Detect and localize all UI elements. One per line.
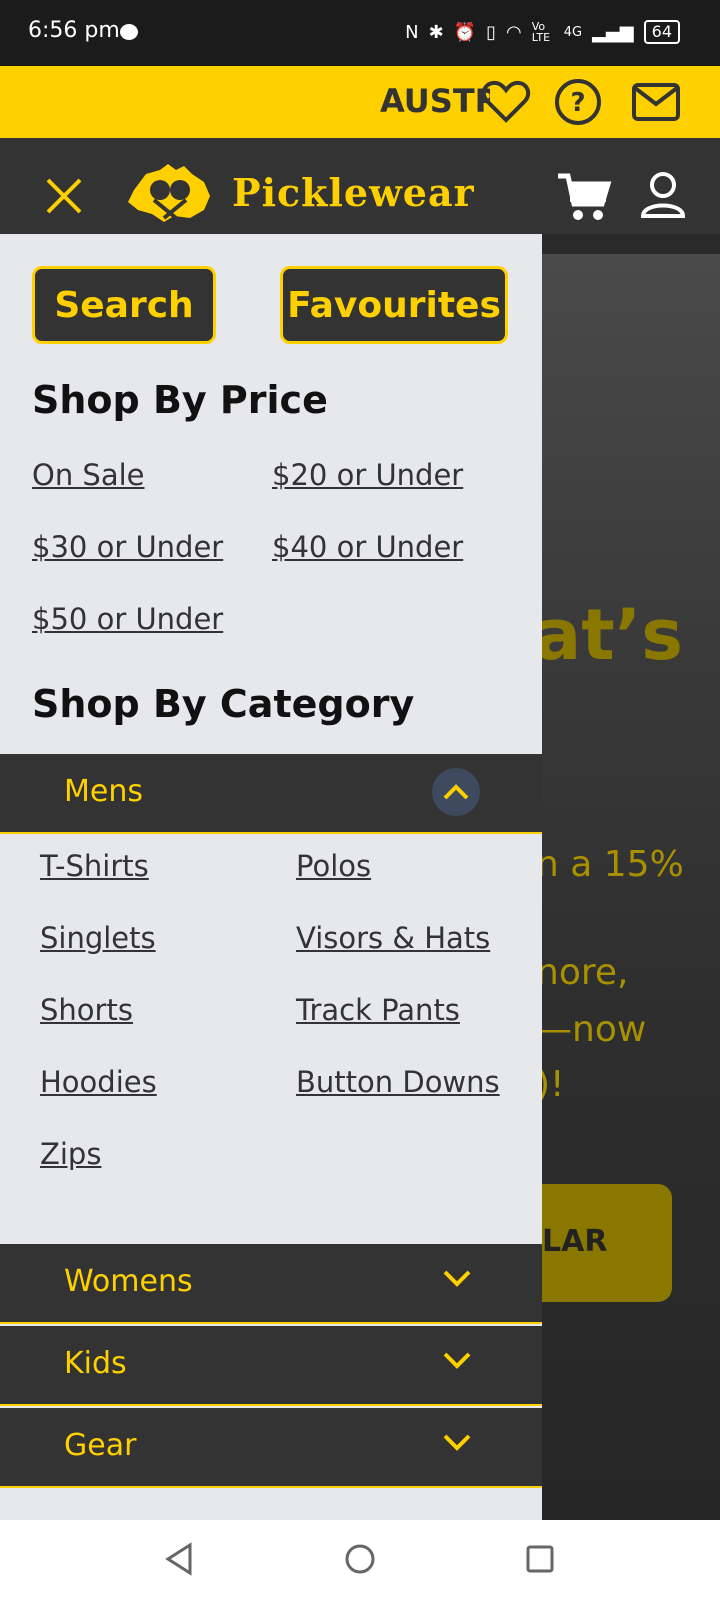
cart-icon[interactable] <box>556 172 612 226</box>
signal-icon: ▂▄▆ <box>592 21 634 43</box>
chat-bubble-icon <box>120 24 138 40</box>
logo-icon[interactable] <box>124 160 214 224</box>
mens-subcategories: T-Shirts Polos Singlets Visors & Hats Sh… <box>40 848 510 1172</box>
price-link[interactable]: $50 or Under <box>32 602 272 636</box>
drawer-actions: Search Favourites <box>32 266 508 344</box>
hero-text-line: —now <box>542 1009 647 1050</box>
search-button[interactable]: Search <box>32 266 216 344</box>
hero-heading: at’s <box>542 594 683 676</box>
account-icon[interactable] <box>640 170 686 224</box>
country-selector[interactable]: AUSTRALIA <box>380 82 490 120</box>
subcategory-link[interactable]: Zips <box>40 1136 296 1172</box>
home-icon[interactable] <box>344 1542 376 1580</box>
nfc-icon: N <box>405 21 419 43</box>
subcategory-link[interactable]: T-Shirts <box>40 848 296 884</box>
chevron-up-icon[interactable] <box>432 768 480 816</box>
status-bar: 6:56 pm N ✱ ⏰ ▯ ◠ Vo LTE 4G ▂▄▆ 64 <box>0 0 720 66</box>
close-icon[interactable] <box>44 176 84 220</box>
hero-cta-label: LAR <box>542 1224 608 1259</box>
category-womens[interactable]: Womens <box>0 1244 542 1324</box>
category-label: Kids <box>64 1346 127 1381</box>
nav-drawer: Search Favourites Shop By Price On Sale … <box>0 234 542 1520</box>
subcategory-link[interactable]: Singlets <box>40 920 296 956</box>
shop-by-category-title: Shop By Category <box>32 682 415 726</box>
subcategory-link[interactable]: Visors & Hats <box>296 920 510 956</box>
category-label: Womens <box>64 1264 193 1299</box>
volte-label: Vo LTE <box>531 20 551 44</box>
price-link[interactable]: $20 or Under <box>272 458 502 492</box>
bluetooth-icon: ✱ <box>428 21 444 43</box>
hero-text-line: nore, <box>542 952 629 993</box>
hero-image <box>542 254 720 1520</box>
hero-text-line: )! <box>542 1064 565 1105</box>
network-label: 4G <box>563 24 583 40</box>
help-icon[interactable]: ? <box>552 76 604 128</box>
battery-icon: 64 <box>643 20 680 44</box>
recents-icon[interactable] <box>524 1542 556 1580</box>
category-mens[interactable]: Mens <box>0 754 542 834</box>
shop-by-price-title: Shop By Price <box>32 378 328 422</box>
favourites-button[interactable]: Favourites <box>280 266 508 344</box>
wifi-icon: ◠ <box>506 21 522 43</box>
status-icons: N ✱ ⏰ ▯ ◠ Vo LTE 4G ▂▄▆ 64 <box>405 20 680 44</box>
svg-text:?: ? <box>570 88 585 118</box>
vibrate-icon: ▯ <box>486 21 497 43</box>
price-link[interactable]: $30 or Under <box>32 530 272 564</box>
system-nav-bar <box>0 1520 720 1600</box>
brand-name[interactable]: Picklewear <box>232 170 475 215</box>
price-link[interactable]: $40 or Under <box>272 530 502 564</box>
chevron-down-icon[interactable] <box>442 1268 472 1292</box>
subcategory-link[interactable]: Shorts <box>40 992 296 1028</box>
top-utility-bar: AUSTRALIA ? <box>0 66 720 138</box>
status-time: 6:56 pm <box>28 18 120 43</box>
mail-icon[interactable] <box>630 76 682 128</box>
alarm-icon: ⏰ <box>453 21 477 43</box>
chevron-down-icon[interactable] <box>442 1350 472 1374</box>
price-link[interactable]: On Sale <box>32 458 272 492</box>
back-icon[interactable] <box>164 1542 194 1580</box>
heart-icon[interactable] <box>480 76 532 128</box>
category-label: Mens <box>64 774 143 809</box>
chevron-down-icon[interactable] <box>442 1432 472 1456</box>
category-label: Gear <box>64 1428 137 1463</box>
hero-banner: at’s n a 15% nore, —now )! LAR <box>542 234 720 1520</box>
subcategory-link[interactable]: Track Pants <box>296 992 510 1028</box>
subcategory-link[interactable]: Polos <box>296 848 510 884</box>
price-links: On Sale $20 or Under $30 or Under $40 or… <box>32 458 502 636</box>
subcategory-link[interactable]: Button Downs <box>296 1064 510 1100</box>
hero-text-line: n a 15% <box>542 844 684 885</box>
hero-cta-button[interactable]: LAR <box>542 1184 672 1302</box>
category-gear[interactable]: Gear <box>0 1408 542 1488</box>
subcategory-link[interactable]: Hoodies <box>40 1064 296 1100</box>
category-kids[interactable]: Kids <box>0 1326 542 1406</box>
